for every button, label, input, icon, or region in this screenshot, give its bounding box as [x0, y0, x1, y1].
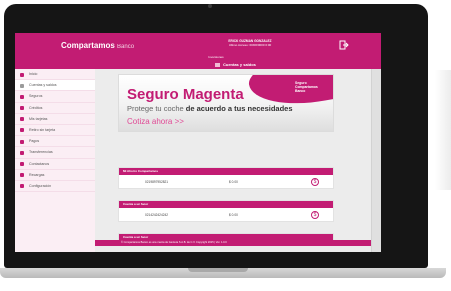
user-info: ERICK GUZMAN GONZALEZ Ultimo Acceso: 00/…	[205, 39, 295, 47]
section-bar: Cuentas y saldos	[15, 61, 381, 69]
sidebar-item-label: Transferencias	[29, 150, 53, 155]
laptop-frame: Compartamos Banco ERICK GUZMAN GONZALEZ …	[0, 0, 451, 291]
logo-light-text: Banco	[117, 44, 135, 50]
sidebar-item-seguros[interactable]: Seguros	[15, 91, 95, 103]
mobile-topup-icon	[20, 173, 24, 178]
banner-cta-link[interactable]: Cotiza ahora >>	[127, 117, 184, 126]
sidebar: Inicio Cuentas y saldos Seguros Créditos…	[15, 69, 95, 252]
wallet-icon	[20, 83, 24, 88]
transfer-icon	[20, 150, 24, 155]
sidebar-item-inicio[interactable]: Inicio	[15, 69, 95, 81]
account-number: 0219897952821	[145, 179, 169, 184]
dollar-icon[interactable]: $	[311, 177, 319, 186]
banner-subtitle: Protege tu coche de acuerdo a tus necesi…	[127, 104, 293, 113]
gear-icon	[20, 184, 24, 189]
payments-icon	[20, 139, 24, 144]
account-card: Mi Ahorro Compartamos 0219897952821 $ 0.…	[118, 167, 334, 189]
credit-icon	[20, 106, 24, 111]
sidebar-item-label: Mis tarjetas	[29, 116, 48, 121]
promo-banner[interactable]: Seguro Compartamos Banco Seguro Magenta …	[118, 74, 334, 132]
banner-subtitle-plain: Protege tu coche	[127, 104, 186, 113]
sidebar-item-label: Seguros	[29, 94, 43, 99]
sidebar-item-label: Créditos	[29, 105, 43, 110]
umbrella-icon	[20, 94, 24, 99]
sidebar-item-retiro[interactable]: Retiro sin tarjeta	[15, 125, 95, 137]
sidebar-item-label: Cuentas y saldos	[29, 83, 57, 88]
sidebar-item-contactanos[interactable]: Contactanos	[15, 159, 95, 170]
home-icon	[20, 72, 24, 77]
sidebar-item-label: Recargas	[29, 172, 45, 177]
account-balance: $ 0.00	[229, 212, 238, 217]
background-edge	[435, 70, 451, 190]
banner-title: Seguro Magenta	[127, 86, 244, 103]
sidebar-item-label: Configuración	[29, 183, 52, 188]
sidebar-item-tarjetas[interactable]: Mis tarjetas	[15, 114, 95, 125]
logo-bold-text: Compartamos	[61, 41, 115, 50]
account-row[interactable]: 0219897952821 $ 0.00 $	[119, 175, 333, 188]
section-title-text: Cuentas y saldos	[223, 62, 256, 67]
account-row[interactable]: 0214242424242 $ 0.00 $	[119, 208, 333, 221]
sidebar-item-label: Inicio	[29, 72, 38, 76]
inversiones-button[interactable]: Inversiones	[158, 54, 274, 61]
sidebar-item-configuracion[interactable]: Configuración	[15, 181, 95, 193]
account-card: Cuenta a un facer 0214242424242 $ 0.00 $	[118, 200, 334, 222]
scrollbar[interactable]	[371, 69, 381, 252]
sidebar-item-creditos[interactable]: Créditos	[15, 103, 95, 114]
dollar-icon[interactable]: $	[311, 210, 319, 219]
account-number: 0214242424242	[145, 212, 169, 217]
sidebar-item-label: Contactanos	[29, 161, 50, 166]
footer-bar: © Compartamos Banco es una marca de Gent…	[95, 240, 371, 246]
account-balance: $ 0.00	[229, 179, 238, 184]
account-header: Mi Ahorro Compartamos	[119, 168, 333, 175]
sidebar-item-cuentas[interactable]: Cuentas y saldos	[15, 80, 95, 92]
user-last-access: Ultimo Acceso: 00/00/0000 0:00	[228, 43, 272, 47]
sidebar-item-label: Pagos	[29, 139, 40, 144]
account-header: Cuenta a un facer	[119, 201, 333, 208]
banner-brand: Seguro Compartamos Banco	[295, 81, 318, 93]
wallet-icon	[215, 62, 220, 67]
section-title: Cuentas y saldos	[215, 62, 256, 67]
logout-icon[interactable]	[339, 40, 349, 50]
sidebar-item-pagos[interactable]: Pagos	[15, 136, 95, 148]
laptop-base-notch	[188, 268, 248, 272]
sidebar-item-transferencias[interactable]: Transferencias	[15, 147, 95, 159]
brand-logo[interactable]: Compartamos Banco	[61, 41, 134, 50]
card-icon	[20, 117, 24, 122]
sidebar-item-label: Retiro sin tarjeta	[29, 127, 56, 132]
atm-icon	[20, 128, 24, 133]
banner-subtitle-bold: de acuerdo a tus necesidades	[185, 104, 293, 113]
banner-brand-line: Banco	[295, 89, 306, 93]
sidebar-item-recargas[interactable]: Recargas	[15, 170, 95, 181]
phone-icon	[20, 162, 24, 166]
webcam-icon	[208, 4, 212, 8]
